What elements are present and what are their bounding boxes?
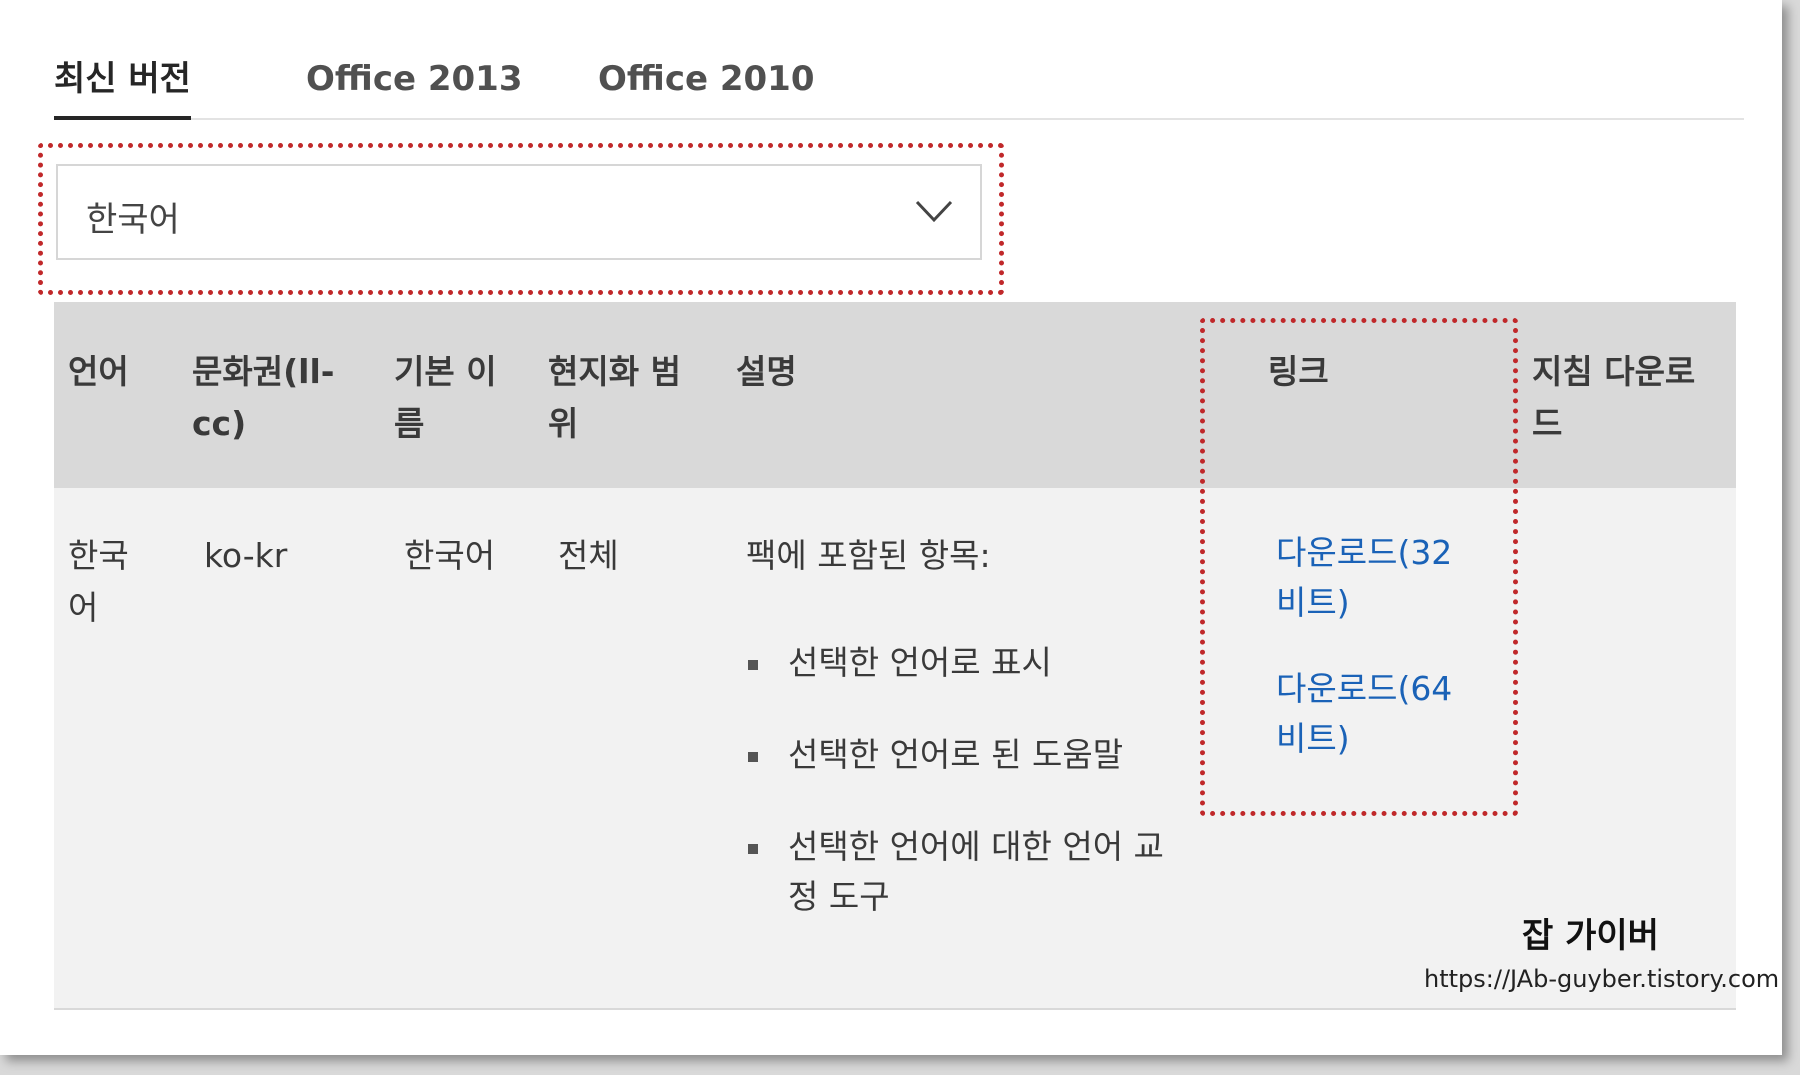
cell-language: 한국 어 <box>68 536 129 627</box>
list-item: 선택한 언어로 표시 <box>746 638 1266 688</box>
tab-latest-version[interactable]: 최신 버전 <box>54 56 191 120</box>
bullet-icon <box>748 844 758 854</box>
page-sheet: 최신 버전 Office 2013 Office 2010 한국어 언어 문화권… <box>0 0 1782 1055</box>
bullet-icon <box>748 752 758 762</box>
header-culture: 문화권(ll- cc) <box>192 352 335 443</box>
watermark-title: 잡 가이버 <box>1522 916 1659 956</box>
language-select-value: 한국어 <box>86 200 180 240</box>
list-item: 선택한 언어에 대한 언어 교 정 도구 <box>746 822 1266 922</box>
header-base-name: 기본 이 름 <box>394 352 497 443</box>
version-tabs: 최신 버전 Office 2013 Office 2010 <box>54 56 1744 120</box>
cell-culture: ko-kr <box>204 536 288 575</box>
chevron-down-icon <box>915 200 953 223</box>
description-list: 선택한 언어로 표시 선택한 언어로 된 도움말 선택한 언어에 대한 언어 교… <box>746 638 1266 964</box>
table-header: 언어 문화권(ll- cc) 기본 이 름 현지화 범 위 설명 링크 지침 다… <box>54 302 1736 488</box>
language-pack-table: 언어 문화권(ll- cc) 기본 이 름 현지화 범 위 설명 링크 지침 다… <box>54 302 1736 1010</box>
header-language: 언어 <box>68 352 129 391</box>
tab-office-2013[interactable]: Office 2013 <box>306 56 523 116</box>
cell-localization-scope: 전체 <box>558 536 619 575</box>
header-link: 링크 <box>1268 352 1329 391</box>
download-32bit-link[interactable]: 다운로드(32 비트) <box>1276 528 1516 628</box>
list-item: 선택한 언어로 된 도움말 <box>746 730 1266 780</box>
bullet-icon <box>748 660 758 670</box>
header-localization-scope: 현지화 범 위 <box>548 352 681 443</box>
cell-base-name: 한국어 <box>404 536 496 575</box>
watermark-url: https://JAb-guyber.tistory.com <box>1424 965 1780 993</box>
header-guide-download: 지침 다운로 드 <box>1532 352 1696 443</box>
header-description: 설명 <box>736 352 797 391</box>
cell-description-intro: 팩에 포함된 항목: <box>746 536 991 575</box>
tab-office-2010[interactable]: Office 2010 <box>598 56 815 116</box>
language-select[interactable]: 한국어 <box>56 164 982 260</box>
download-64bit-link[interactable]: 다운로드(64 비트) <box>1276 664 1516 764</box>
